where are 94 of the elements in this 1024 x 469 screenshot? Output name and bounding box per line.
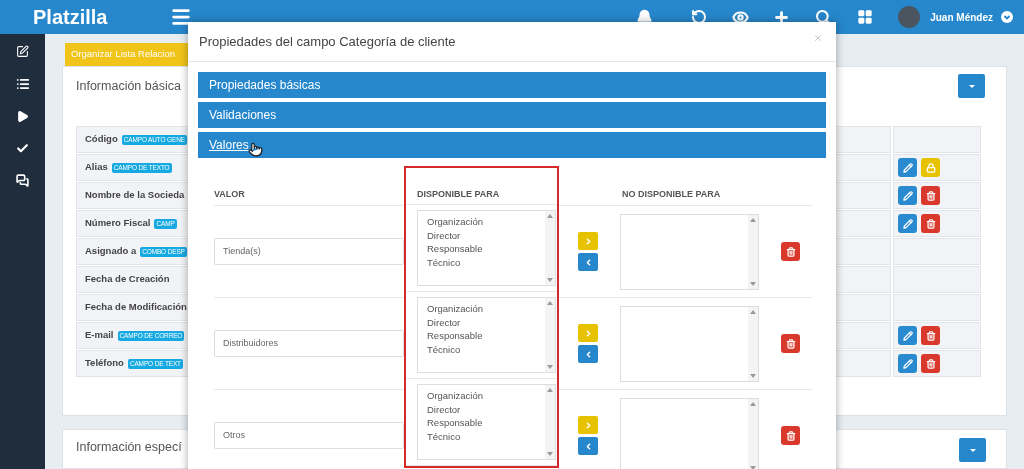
scroll-up-icon xyxy=(547,214,553,219)
trash-icon xyxy=(785,430,796,441)
field-label: Número Fiscal xyxy=(85,216,151,231)
collapse-button[interactable] xyxy=(958,74,985,98)
column-header: NO DISPONIBLE PARA xyxy=(559,178,812,206)
column-header: DISPONIBLE PARA xyxy=(406,178,557,206)
menu-icon[interactable] xyxy=(170,6,192,28)
dialog-title: Propiedades del campo Categoría de cliente xyxy=(199,32,456,51)
caret-icon xyxy=(969,448,976,452)
list-option[interactable]: Responsable xyxy=(427,242,545,256)
list-option[interactable]: Responsable xyxy=(427,329,545,343)
caret-icon xyxy=(968,84,975,88)
field-label: Teléfono xyxy=(85,356,124,371)
avatar[interactable] xyxy=(898,6,921,28)
available-list[interactable]: Organización Director Responsable Técnico xyxy=(417,384,556,460)
scroll-down-icon xyxy=(750,281,756,286)
scroll-up-icon xyxy=(750,217,756,222)
pencil-icon xyxy=(902,358,913,369)
scroll-down-icon xyxy=(750,465,756,469)
delete-button[interactable] xyxy=(921,354,940,373)
trash-icon xyxy=(785,246,796,257)
value-field[interactable]: Distribuidores xyxy=(214,330,404,357)
value-field[interactable]: Otros xyxy=(214,422,404,449)
field-label: Fecha de Modificación xyxy=(85,300,187,315)
value-field[interactable]: Tienda(s) xyxy=(214,238,404,265)
scroll-up-icon xyxy=(547,301,553,306)
delete-button[interactable] xyxy=(781,242,800,261)
list-option[interactable]: Responsable xyxy=(427,416,545,430)
field-label: Nombre de la Socieda xyxy=(85,188,185,203)
hand-cursor-icon xyxy=(248,142,263,157)
list-option[interactable]: Director xyxy=(427,315,545,330)
scroll-down-icon xyxy=(547,365,553,370)
field-label: E-mail xyxy=(85,328,114,343)
edit-button[interactable] xyxy=(898,354,917,373)
check-icon[interactable] xyxy=(16,142,29,155)
field-label: Asignado a xyxy=(85,244,137,259)
edit-button[interactable] xyxy=(898,158,917,177)
move-left-button[interactable] xyxy=(578,253,598,271)
list-option[interactable]: Director xyxy=(427,402,545,416)
user-name[interactable]: Juan Méndez xyxy=(930,9,993,25)
pencil-icon xyxy=(902,218,913,229)
trash-icon xyxy=(925,358,936,369)
lock-icon xyxy=(925,162,936,173)
list-option[interactable]: Organización xyxy=(427,302,545,316)
pencil-icon xyxy=(902,162,913,173)
history-icon[interactable] xyxy=(691,9,708,25)
field-label: Alias xyxy=(85,160,108,175)
trash-icon xyxy=(925,330,936,341)
delete-button[interactable] xyxy=(921,214,940,233)
scroll-up-icon xyxy=(750,309,756,314)
edit-button[interactable] xyxy=(898,186,917,205)
chat-icon[interactable] xyxy=(16,174,29,187)
trash-icon xyxy=(785,338,796,349)
pencil-icon xyxy=(902,330,913,341)
list-option[interactable]: Técnico xyxy=(427,342,545,357)
list-option[interactable]: Técnico xyxy=(427,255,545,270)
list-icon[interactable] xyxy=(15,77,30,91)
scroll-up-icon xyxy=(547,388,553,392)
scroll-up-icon xyxy=(750,401,756,406)
available-list[interactable]: Organización Director Responsable Técnico xyxy=(417,297,556,374)
list-option[interactable]: Organización xyxy=(427,389,545,403)
scroll-down-icon xyxy=(547,278,553,283)
list-option[interactable]: Director xyxy=(427,228,545,243)
delete-button[interactable] xyxy=(781,334,800,353)
logo: Platzilla xyxy=(33,5,109,30)
accordion-header[interactable]: Valores xyxy=(198,132,826,158)
play-icon[interactable] xyxy=(16,110,29,123)
list-option[interactable]: Organización xyxy=(427,215,545,229)
accordion-header[interactable]: Validaciones xyxy=(198,102,826,128)
trash-icon xyxy=(925,218,936,229)
collapse-button[interactable] xyxy=(959,438,986,462)
accordion-header[interactable]: Propiedades básicas xyxy=(198,72,826,98)
scroll-down-icon xyxy=(547,452,553,456)
delete-button[interactable] xyxy=(921,186,940,205)
caret-down-icon[interactable] xyxy=(1001,11,1013,23)
list-option[interactable]: Técnico xyxy=(427,429,545,443)
scroll-down-icon xyxy=(750,373,756,378)
column-header: VALOR xyxy=(214,178,404,206)
move-left-button[interactable] xyxy=(578,437,598,455)
search-icon[interactable] xyxy=(815,9,832,25)
trash-icon xyxy=(925,190,936,201)
available-list[interactable]: Organización Director Responsable Técnico xyxy=(417,210,556,287)
grid-icon[interactable] xyxy=(857,9,874,25)
field-label: Código xyxy=(85,132,118,147)
card-title: Información especí xyxy=(76,439,182,456)
delete-button[interactable] xyxy=(921,326,940,345)
edit-button[interactable] xyxy=(898,214,917,233)
move-left-button[interactable] xyxy=(578,345,598,363)
edit-button[interactable] xyxy=(898,326,917,345)
pencil-icon xyxy=(902,190,913,201)
edit-icon[interactable] xyxy=(16,45,29,58)
delete-button[interactable] xyxy=(781,426,800,445)
card-title: Información básica xyxy=(76,78,181,95)
field-label: Fecha de Creación xyxy=(85,272,170,287)
